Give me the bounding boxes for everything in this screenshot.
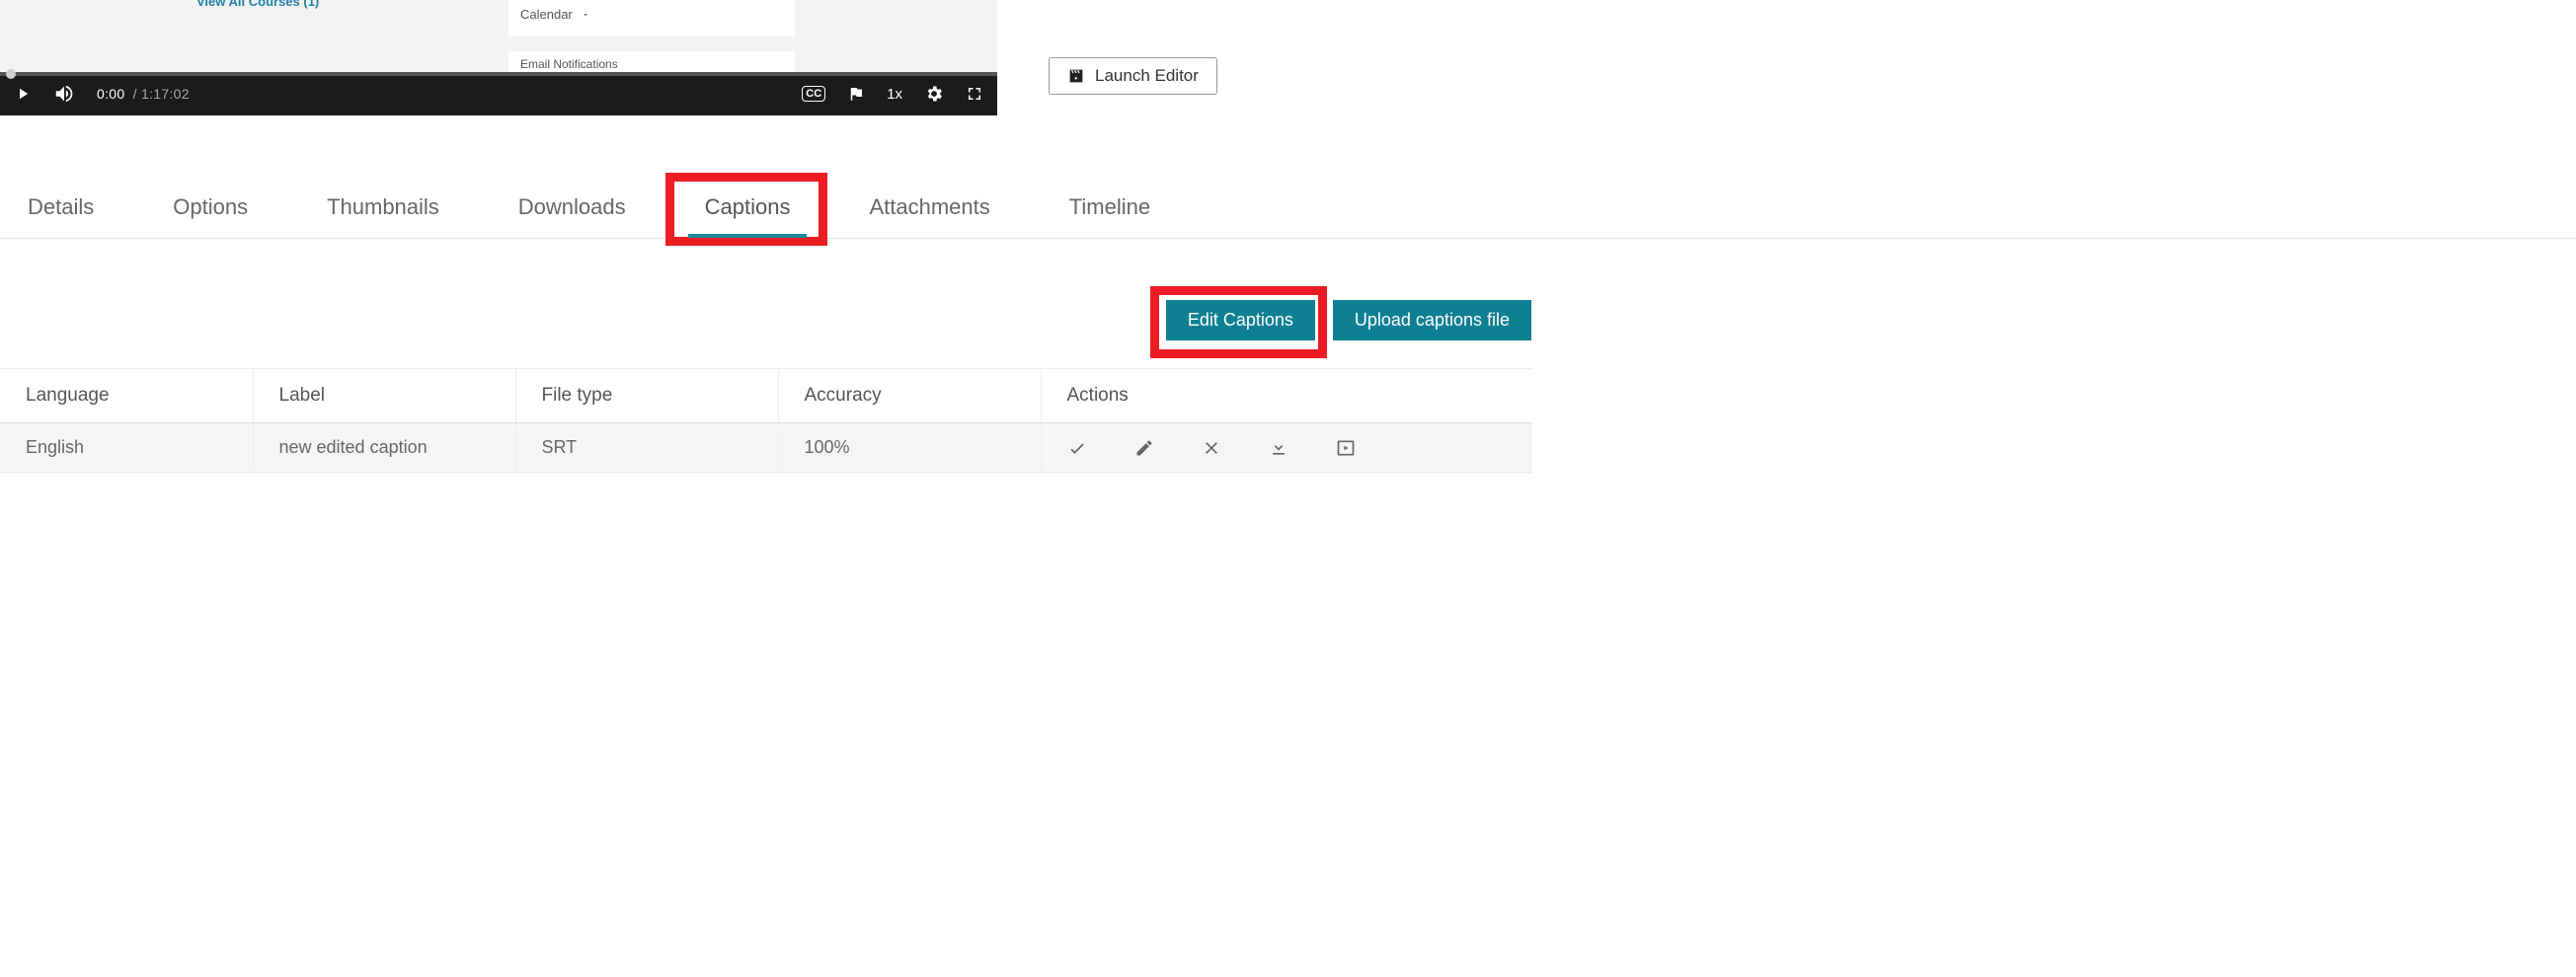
launch-editor-button[interactable]: Launch Editor	[1049, 57, 1217, 95]
download-icon[interactable]	[1269, 438, 1288, 458]
tab-timeline[interactable]: Timeline	[1055, 183, 1164, 238]
col-label: Label	[253, 369, 515, 423]
pencil-icon[interactable]	[1134, 438, 1154, 458]
current-time: 0:00	[97, 86, 124, 102]
play-icon[interactable]	[14, 85, 32, 103]
tab-details[interactable]: Details	[14, 183, 108, 238]
volume-icon[interactable]	[53, 83, 75, 105]
cell-label: new edited caption	[253, 423, 515, 473]
video-player: View All Courses (1) Calendar Email Noti…	[0, 0, 997, 115]
col-accuracy: Accuracy	[778, 369, 1041, 423]
col-file-type: File type	[515, 369, 778, 423]
tab-thumbnails[interactable]: Thumbnails	[313, 183, 453, 238]
video-progress-bar[interactable]	[0, 72, 997, 76]
flag-icon[interactable]	[847, 85, 865, 103]
close-icon[interactable]	[1202, 438, 1221, 458]
captions-buttons-row: Edit Captions Upload captions file	[0, 300, 2576, 340]
playback-speed[interactable]: 1x	[887, 86, 902, 103]
view-courses-link[interactable]: View All Courses (1)	[196, 0, 319, 9]
tabs-bar: Details Options Thumbnails Downloads Cap…	[0, 183, 2576, 239]
cell-language: English	[0, 423, 253, 473]
fullscreen-icon[interactable]	[966, 85, 983, 103]
launch-editor-label: Launch Editor	[1095, 66, 1199, 86]
check-icon[interactable]	[1067, 438, 1087, 458]
col-actions: Actions	[1041, 369, 1532, 423]
upload-captions-button[interactable]: Upload captions file	[1333, 300, 1531, 340]
duration: / 1:17:02	[133, 86, 190, 102]
tab-downloads[interactable]: Downloads	[505, 183, 640, 238]
cell-actions	[1041, 423, 1532, 473]
calendar-panel[interactable]: Calendar	[508, 0, 795, 37]
tab-attachments[interactable]: Attachments	[855, 183, 1003, 238]
edit-captions-button[interactable]: Edit Captions	[1166, 300, 1315, 340]
table-header-row: Language Label File type Accuracy Action…	[0, 369, 1532, 423]
tab-captions[interactable]: Captions	[691, 183, 805, 238]
email-notifications-label: Email Notifications	[520, 57, 618, 71]
cc-icon[interactable]: CC	[802, 86, 825, 102]
captions-table: Language Label File type Accuracy Action…	[0, 368, 1532, 473]
clapperboard-icon	[1067, 67, 1085, 85]
video-controls: 0:00 / 1:17:02 CC 1x	[0, 72, 997, 115]
preview-icon[interactable]	[1336, 438, 1356, 458]
cell-accuracy: 100%	[778, 423, 1041, 473]
tab-options[interactable]: Options	[159, 183, 262, 238]
cell-file-type: SRT	[515, 423, 778, 473]
chevron-down-icon	[581, 10, 590, 20]
video-time: 0:00 / 1:17:02	[97, 86, 190, 102]
table-row: English new edited caption SRT 100%	[0, 423, 1532, 473]
calendar-label: Calendar	[520, 7, 573, 22]
col-language: Language	[0, 369, 253, 423]
gear-icon[interactable]	[924, 84, 944, 104]
